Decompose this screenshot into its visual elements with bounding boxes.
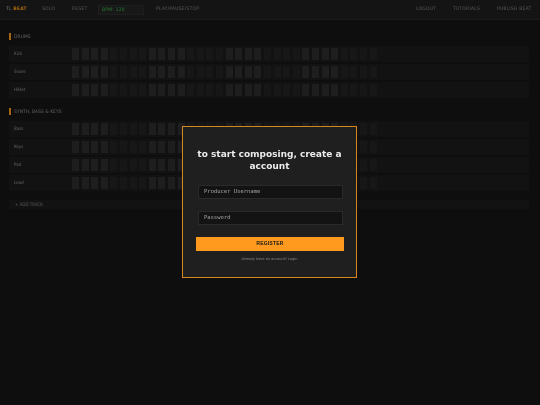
register-button[interactable]: REGISTER xyxy=(196,237,344,251)
password-input[interactable] xyxy=(198,211,343,225)
modal-title: to start composing, create a account xyxy=(197,150,342,172)
register-modal: to start composing, create a account REG… xyxy=(182,126,357,278)
username-input[interactable] xyxy=(198,185,343,199)
login-link[interactable]: Already have an account? Login xyxy=(183,257,356,261)
